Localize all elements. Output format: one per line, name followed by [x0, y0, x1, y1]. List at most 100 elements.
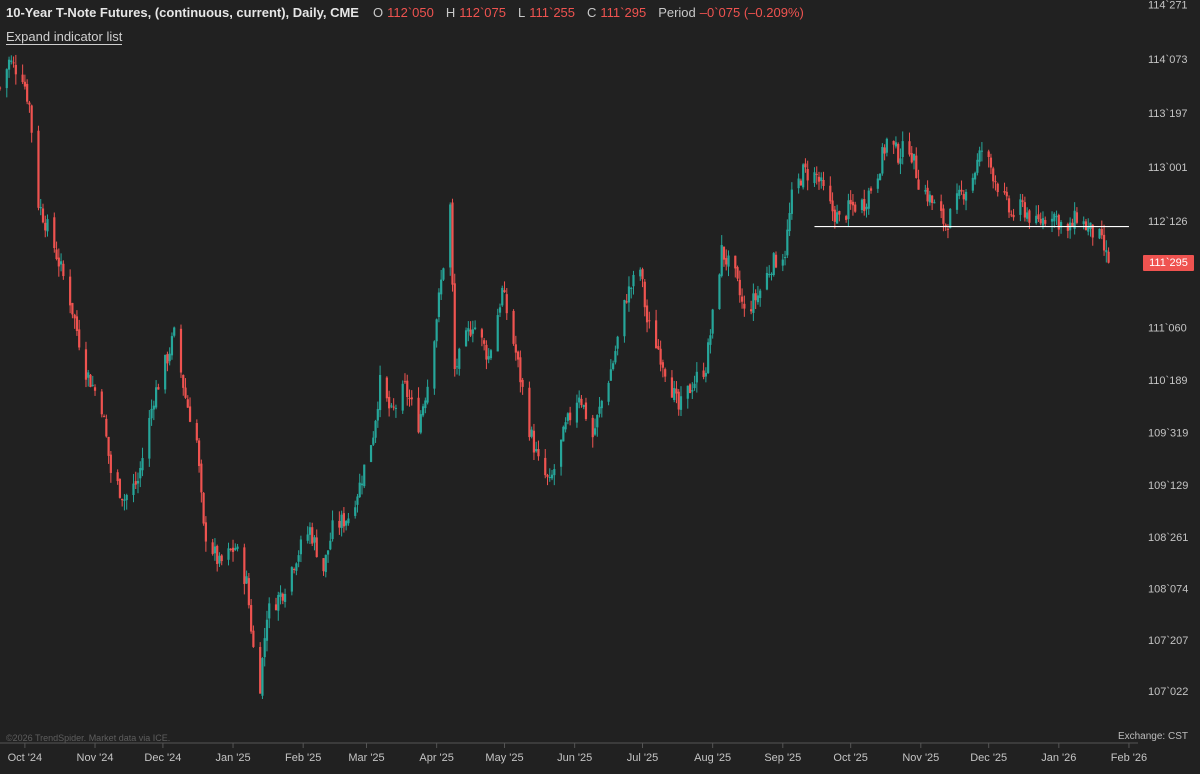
candle-body	[489, 350, 493, 359]
candle-body	[155, 387, 158, 408]
candle-body	[483, 340, 486, 344]
candle-body	[820, 177, 823, 182]
candle-body	[772, 253, 775, 275]
candle-body	[338, 520, 341, 528]
candle-body	[655, 320, 658, 349]
candle-body	[989, 157, 993, 168]
candle-body	[340, 514, 343, 529]
candle-body	[553, 469, 556, 476]
candle-body	[677, 391, 680, 410]
candle-body	[725, 258, 728, 265]
candle-body	[188, 406, 192, 422]
candle-body	[980, 150, 983, 152]
candle-body	[892, 141, 895, 145]
candle-body	[274, 604, 278, 611]
candle-body	[1071, 222, 1074, 227]
candle-body	[1087, 226, 1090, 232]
candle-body	[759, 290, 762, 299]
candle-body	[1082, 221, 1085, 225]
candle-body	[815, 173, 818, 175]
candle-body	[480, 329, 483, 338]
candle-body	[686, 385, 689, 399]
candle-body	[1075, 212, 1079, 223]
candle-body	[931, 195, 934, 203]
x-tick-label: Oct '24	[8, 752, 43, 764]
candle-body	[388, 396, 391, 409]
candle-body	[236, 546, 239, 549]
exchange-label: Exchange: CST	[1117, 731, 1188, 742]
candle-body	[474, 327, 477, 330]
candle-body	[390, 405, 393, 407]
candle-body	[992, 168, 995, 182]
candle-body	[876, 178, 879, 189]
candle-body	[822, 179, 825, 186]
candle-body	[392, 406, 395, 408]
candle-body	[940, 201, 943, 211]
candle-body	[195, 423, 198, 441]
candle-body	[596, 414, 599, 428]
candle-body	[279, 592, 282, 597]
copyright-text: ©2026 TrendSpider. Market data via ICE.	[6, 733, 171, 743]
candle-body	[252, 630, 255, 647]
candle-body	[263, 638, 266, 658]
candle-body	[1066, 224, 1069, 231]
y-tick-label: 108`074	[1148, 583, 1188, 595]
x-tick-label: Nov '24	[77, 752, 114, 764]
candle-body	[134, 481, 137, 485]
candle-body	[1003, 190, 1006, 193]
candle-body	[170, 336, 174, 356]
x-tick-label: Feb '25	[285, 752, 321, 764]
candle-body	[627, 286, 631, 303]
candle-body	[770, 273, 773, 275]
candlestick-chart[interactable]: 114`271 114`073 113`197 113`001 112`126 111`0…	[0, 0, 1200, 769]
candle-body	[899, 158, 902, 164]
candle-body	[704, 372, 707, 377]
candle-body	[231, 547, 235, 552]
candle-body	[928, 194, 931, 203]
candle-body	[297, 555, 300, 562]
candle-body	[897, 143, 900, 163]
candle-body	[293, 569, 296, 571]
candle-body	[471, 329, 474, 334]
candle-body	[234, 548, 237, 551]
candle-body	[548, 477, 551, 479]
candle-body	[62, 263, 65, 277]
candle-body	[467, 328, 470, 332]
instrument-title: 10-Year T-Note Futures, (continuous, cur…	[6, 5, 359, 20]
candle-body	[1023, 202, 1026, 218]
candle-body	[894, 142, 898, 147]
candle-body	[121, 498, 124, 501]
expand-indicator-list-link[interactable]: Expand indicator list	[6, 30, 123, 45]
candle-body	[790, 189, 793, 214]
candle-body	[369, 445, 373, 462]
candle-body	[566, 413, 569, 421]
candle-body	[426, 386, 429, 403]
candle-body	[326, 550, 330, 555]
y-tick-label: 114`073	[1148, 54, 1188, 66]
x-tick-label: Oct '25	[833, 752, 868, 764]
candle-body	[516, 351, 520, 360]
chart-root[interactable]: 114`271 114`073 113`197 113`001 112`126 111`0…	[0, 0, 1200, 769]
candle-body	[87, 372, 90, 378]
candle-body	[994, 181, 997, 183]
candle-body	[736, 267, 739, 279]
candle-body	[847, 200, 850, 220]
candle-body	[59, 261, 63, 265]
candle-body	[722, 246, 726, 260]
candle-body	[946, 228, 950, 230]
candle-body	[44, 222, 47, 231]
candle-body	[625, 301, 628, 303]
candle-body	[804, 163, 807, 168]
candle-body	[1053, 213, 1056, 222]
candle-body	[306, 534, 309, 541]
candle-body	[865, 206, 868, 210]
candle-body	[675, 388, 678, 394]
candle-body	[168, 353, 171, 362]
y-axis: 114`271 114`073 113`197 113`001 112`126 111`0…	[1148, 0, 1188, 698]
candle-body	[342, 513, 345, 527]
candle-body	[813, 172, 816, 184]
candle-body	[7, 59, 11, 70]
y-tick-label: 107`207	[1148, 635, 1188, 647]
candle-body	[1105, 250, 1108, 253]
candle-body	[150, 408, 153, 419]
